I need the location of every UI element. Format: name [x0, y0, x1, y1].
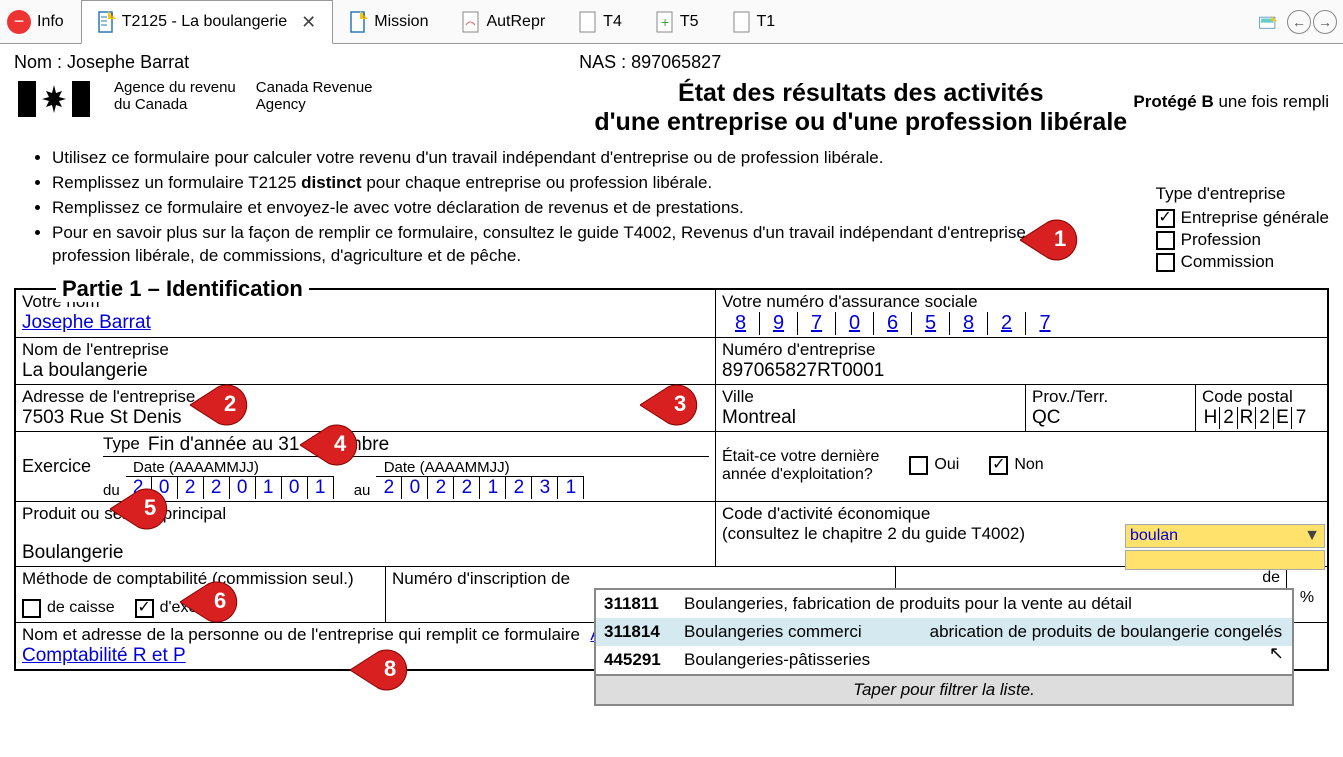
svg-text:+: +	[661, 14, 669, 30]
form-header: Nom : Josephe Barrat NAS : 897065827 Age…	[0, 44, 1343, 268]
minus-icon: −	[7, 10, 31, 34]
fiscal-year-label: Exercice	[22, 456, 91, 477]
doc-warning-icon: !	[98, 11, 116, 33]
part1-title: Partie 1 – Identification	[56, 276, 309, 302]
doc-icon	[733, 11, 751, 33]
tab-info[interactable]: − Info	[0, 0, 81, 43]
activity-code-result[interactable]	[1125, 550, 1325, 570]
business-name-label: Nom de l'entreprise	[22, 340, 709, 360]
business-type-box: Type d'entreprise ✓Entreprise générale P…	[1156, 184, 1329, 274]
accounting-method-label: Méthode de comptabilité (commission seul…	[22, 569, 379, 589]
type-label: Type	[103, 434, 140, 456]
checkbox-no[interactable]: ✓Non	[989, 456, 1043, 475]
tab-t2125[interactable]: ! T2125 - La boulangerie ✕	[81, 0, 334, 44]
dropdown-footer: Taper pour filtrer la liste.	[596, 674, 1292, 704]
tab-bar: − Info ! T2125 - La boulangerie ✕ ! Miss…	[0, 0, 1343, 44]
product-value[interactable]: Boulangerie	[22, 542, 709, 564]
checkbox-icon: ✓	[989, 456, 1008, 475]
doc-add-icon: +	[656, 11, 674, 33]
doc-icon	[579, 11, 597, 33]
client-sin: NAS : 897065827	[579, 52, 721, 73]
instruction-item: Utilisez ce formulaire pour calculer vot…	[52, 147, 1329, 170]
bn-label: Numéro d'entreprise	[722, 340, 1321, 360]
tab-label: AutRepr	[486, 13, 545, 31]
checkbox-cash[interactable]: de caisse	[22, 599, 115, 618]
protection-label: Protégé B une fois rempli	[1133, 92, 1329, 112]
canada-flag-icon	[14, 79, 94, 119]
tab-t4[interactable]: T4	[562, 0, 639, 43]
instruction-item: Remplissez un formulaire T2125 distinct …	[52, 172, 1329, 195]
your-name-value[interactable]: Josephe Barrat	[22, 312, 709, 334]
tab-label: T2125 - La boulangerie	[122, 13, 287, 31]
dropdown-option[interactable]: 311811 Boulangeries, fabrication de prod…	[596, 590, 1292, 618]
bn-value[interactable]: 897065827RT0001	[722, 360, 1321, 382]
postal-label: Code postal	[1202, 387, 1321, 407]
tab-autrepr[interactable]: AutRepr	[445, 0, 562, 43]
last-year-label: Était-ce votre dernièreannée d'exploitat…	[722, 448, 879, 484]
postal-value[interactable]: H2R2E7	[1202, 407, 1321, 429]
date-format-label: Date (AAAAMMJJ)	[133, 459, 334, 476]
tab-label: Mission	[374, 13, 428, 31]
dropdown-option[interactable]: 311814 Boulangeries commercixxxxxxxxabri…	[596, 618, 1292, 646]
preparer-label: Nom et adresse de la personne ou de l'en…	[22, 625, 580, 644]
svg-text:!: !	[111, 13, 113, 20]
checkbox-icon: ✓	[1156, 209, 1175, 228]
instruction-item: Remplissez ce formulaire et envoyez-le a…	[52, 197, 1329, 220]
business-name-value[interactable]: La boulangerie	[22, 360, 709, 382]
cursor-icon: ↖	[1269, 643, 1284, 664]
tab-t1[interactable]: T1	[716, 0, 793, 43]
city-label: Ville	[722, 387, 1019, 407]
instructions-list: Utilisez ce formulaire pour calculer vot…	[52, 147, 1329, 268]
checkbox-general[interactable]: ✓Entreprise générale	[1156, 208, 1329, 228]
close-icon[interactable]: ✕	[301, 12, 316, 33]
tab-label: Info	[37, 13, 64, 31]
business-type-label: Type d'entreprise	[1156, 184, 1329, 204]
client-name: Nom : Josephe Barrat	[14, 52, 189, 73]
checkbox-icon: ✓	[135, 599, 154, 618]
dropdown-option[interactable]: 445291 Boulangeries-pâtisseries	[596, 646, 1292, 674]
chevron-down-icon: ▼	[1304, 527, 1320, 545]
activity-code-search[interactable]: boulan▼	[1125, 524, 1325, 548]
sin-digits[interactable]: 897065827	[722, 312, 1321, 335]
checkbox-yes[interactable]: Oui	[909, 456, 959, 475]
tab-mission[interactable]: ! Mission	[333, 0, 445, 43]
activity-code-label: Code d'activité économique	[722, 504, 1321, 524]
doc-warning-icon: !	[350, 11, 368, 33]
gallery-icon[interactable]	[1259, 11, 1285, 33]
type-value[interactable]: Fin d'année au 31 décembre	[148, 434, 389, 456]
date-format-label: Date (AAAAMMJJ)	[384, 459, 585, 476]
doc-icon	[462, 11, 480, 33]
checkbox-profession[interactable]: Profession	[1156, 230, 1329, 250]
checkbox-icon	[1156, 253, 1175, 272]
prov-value[interactable]: QC	[1032, 407, 1189, 429]
tab-label: T4	[603, 13, 622, 31]
instruction-item: Pour en savoir plus sur la façon de remp…	[52, 222, 1112, 268]
checkbox-icon	[909, 456, 928, 475]
date-to[interactable]: 20221231	[376, 476, 584, 499]
registration-label: Numéro d'inscription de	[392, 569, 889, 589]
nav-arrows: ← →	[1259, 0, 1337, 44]
checkbox-icon	[1156, 231, 1175, 250]
tab-label: T5	[680, 13, 699, 31]
nav-prev-button[interactable]: ←	[1287, 10, 1311, 34]
checkbox-accrual[interactable]: ✓d'exercise	[135, 599, 232, 618]
prov-label: Prov./Terr.	[1032, 387, 1189, 407]
address-value[interactable]: 7503 Rue St Denis	[22, 407, 709, 429]
product-label: Produit ou service principal	[22, 504, 709, 524]
address-label: Adresse de l'entreprise	[22, 387, 709, 407]
tab-t5[interactable]: + T5	[639, 0, 716, 43]
agency-labels: Agence du revenudu Canada Canada Revenue…	[114, 79, 373, 113]
svg-text:!: !	[363, 13, 365, 20]
activity-code-dropdown: 311811 Boulangeries, fabrication de prod…	[594, 588, 1294, 706]
date-from[interactable]: 20220101	[126, 476, 334, 499]
tab-label: T1	[757, 13, 776, 31]
sin-label: Votre numéro d'assurance sociale	[722, 292, 1321, 312]
city-value[interactable]: Montreal	[722, 407, 1019, 429]
checkbox-commission[interactable]: Commission	[1156, 252, 1329, 272]
nav-next-button[interactable]: →	[1313, 10, 1337, 34]
checkbox-icon	[22, 599, 41, 618]
